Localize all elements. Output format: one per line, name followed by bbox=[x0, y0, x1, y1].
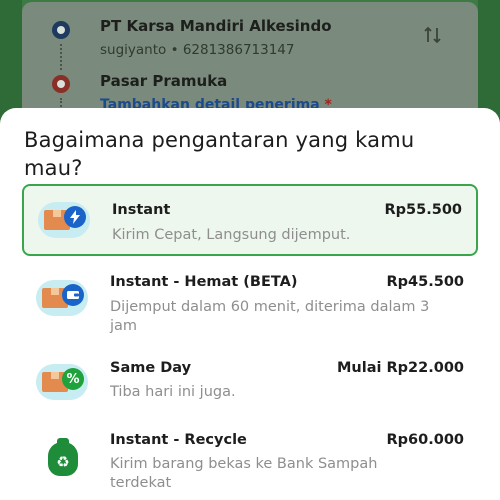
option-instant-recycle-name: Instant - Recycle bbox=[110, 432, 247, 448]
origin-name: PT Karsa Mandiri Alkesindo bbox=[100, 17, 332, 35]
option-instant-recycle[interactable]: ♻ Instant - Recycle Rp60.000 Kirim baran… bbox=[22, 426, 478, 500]
option-instant-price: Rp55.500 bbox=[384, 202, 463, 218]
option-instant-description: Kirim Cepat, Langsung dijemput. bbox=[112, 227, 351, 243]
delivery-options-sheet: Bagaimana pengantaran yang kamu mau? Ins… bbox=[0, 108, 500, 500]
option-instant-hemat[interactable]: Instant - Hemat (BETA) Rp45.500 Dijemput… bbox=[22, 264, 478, 338]
lightning-icon bbox=[38, 202, 90, 238]
option-same-day-name: Same Day bbox=[110, 360, 192, 376]
option-instant-name: Instant bbox=[112, 202, 171, 218]
background-left-edge bbox=[0, 0, 22, 120]
route-dash-divider bbox=[60, 44, 62, 70]
background-right-edge bbox=[478, 0, 500, 120]
option-instant-recycle-description: Kirim barang bekas ke Bank Sampah terdek… bbox=[110, 456, 378, 491]
option-instant-recycle-price: Rp60.000 bbox=[386, 432, 465, 448]
sheet-title: Bagaimana pengantaran yang kamu mau? bbox=[24, 128, 415, 180]
destination-marker-icon bbox=[52, 75, 70, 93]
recycle-bag-icon: ♻ bbox=[36, 438, 88, 480]
wallet-icon bbox=[36, 280, 88, 316]
swap-vertical-icon[interactable] bbox=[422, 24, 444, 46]
destination-name: Pasar Pramuka bbox=[100, 72, 228, 90]
origin-contact: sugiyanto • 6281386713147 bbox=[100, 42, 295, 58]
option-instant-hemat-price: Rp45.500 bbox=[386, 274, 465, 290]
option-instant[interactable]: Instant Rp55.500 Kirim Cepat, Langsung d… bbox=[22, 184, 478, 256]
percent-icon: % bbox=[36, 364, 88, 400]
origin-marker-icon bbox=[52, 21, 70, 39]
option-same-day-description: Tiba hari ini juga. bbox=[110, 384, 236, 400]
option-same-day[interactable]: % Same Day Mulai Rp22.000 Tiba hari ini … bbox=[22, 354, 478, 416]
option-instant-hemat-name: Instant - Hemat (BETA) bbox=[110, 274, 298, 290]
option-same-day-price: Mulai Rp22.000 bbox=[336, 360, 464, 376]
option-instant-hemat-description: Dijemput dalam 60 menit, diterima dalam … bbox=[110, 299, 430, 334]
